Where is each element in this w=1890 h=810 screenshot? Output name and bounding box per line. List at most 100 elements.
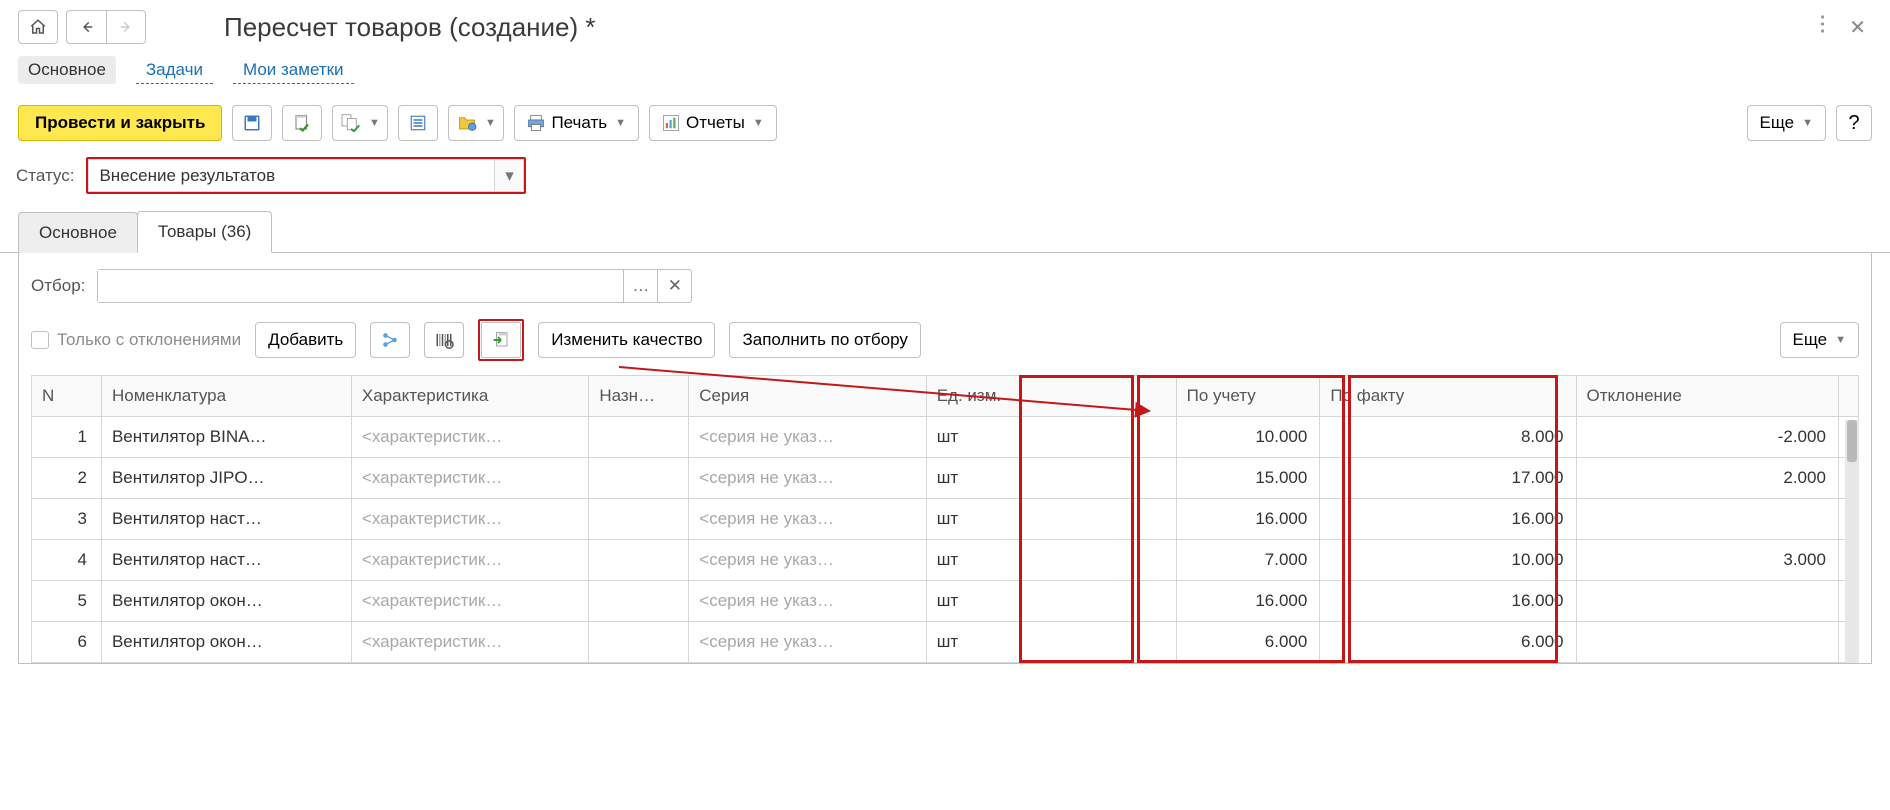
- barcode-icon: [434, 331, 454, 349]
- reports-icon: [662, 114, 680, 132]
- caret-down-icon: ▼: [1835, 334, 1846, 346]
- vertical-scrollbar[interactable]: [1845, 420, 1859, 663]
- forward-button[interactable]: [106, 10, 146, 44]
- cell-unit: шт: [926, 581, 1176, 622]
- barcode-button[interactable]: [424, 322, 464, 358]
- cell-n: 5: [32, 581, 102, 622]
- cell-dev: 3.000: [1576, 540, 1838, 581]
- caret-down-icon: ▼: [615, 117, 626, 129]
- cell-n: 4: [32, 540, 102, 581]
- list-icon: [409, 114, 427, 132]
- cell-char: <характеристик…: [351, 499, 588, 540]
- cell-name: Вентилятор BINA…: [101, 417, 351, 458]
- table-row[interactable]: 4Вентилятор наст…<характеристик…<серия н…: [32, 540, 1859, 581]
- link-main[interactable]: Основное: [18, 56, 116, 84]
- cell-char: <характеристик…: [351, 622, 588, 663]
- cell-nazn: [589, 417, 689, 458]
- cell-name: Вентилятор окон…: [101, 581, 351, 622]
- cell-char: <характеристик…: [351, 540, 588, 581]
- col-unit[interactable]: Ед. изм.: [926, 376, 1176, 417]
- section-links: Основное Задачи Мои заметки: [0, 48, 1890, 99]
- print-button[interactable]: Печать ▼: [514, 105, 639, 141]
- filter-clear-button[interactable]: ✕: [657, 270, 691, 302]
- col-account[interactable]: По учету: [1176, 376, 1320, 417]
- table-row[interactable]: 5Вентилятор окон…<характеристик…<серия н…: [32, 581, 1859, 622]
- home-button[interactable]: [18, 10, 58, 44]
- filter-browse-button[interactable]: …: [623, 270, 657, 302]
- only-deviations-checkbox[interactable]: Только с отклонениями: [31, 330, 241, 350]
- arrow-left-icon: [78, 20, 96, 34]
- split-button[interactable]: [370, 322, 410, 358]
- caret-down-icon: ▼: [1802, 117, 1813, 129]
- import-icon: [491, 331, 511, 349]
- col-scroll: [1838, 376, 1858, 417]
- cell-account: 16.000: [1176, 581, 1320, 622]
- link-tasks[interactable]: Задачи: [136, 56, 213, 84]
- status-select[interactable]: Внесение результатов ▾: [86, 157, 526, 194]
- col-deviation[interactable]: Отклонение: [1576, 376, 1838, 417]
- help-button[interactable]: ?: [1836, 105, 1872, 141]
- table-row[interactable]: 1Вентилятор BINA…<характеристик…<серия н…: [32, 417, 1859, 458]
- cell-unit: шт: [926, 499, 1176, 540]
- add-button[interactable]: Добавить: [255, 322, 356, 358]
- arrow-right-icon: [117, 20, 135, 34]
- cell-name: Вентилятор наст…: [101, 499, 351, 540]
- filter-input-group: … ✕: [97, 269, 692, 303]
- tab-main[interactable]: Основное: [18, 212, 138, 253]
- register-button[interactable]: [398, 105, 438, 141]
- cell-n: 6: [32, 622, 102, 663]
- save-icon: [243, 114, 261, 132]
- import-button[interactable]: [481, 322, 521, 358]
- cell-n: 2: [32, 458, 102, 499]
- col-name[interactable]: Номенклатура: [101, 376, 351, 417]
- filter-input[interactable]: [98, 270, 623, 302]
- page-title: Пересчет товаров (создание) *: [224, 12, 596, 43]
- cell-fact: 17.000: [1320, 458, 1576, 499]
- cell-nazn: [589, 622, 689, 663]
- col-fact[interactable]: По факту: [1320, 376, 1576, 417]
- home-icon: [29, 18, 47, 36]
- reports-button[interactable]: Отчеты ▼: [649, 105, 777, 141]
- link-notes[interactable]: Мои заметки: [233, 56, 354, 84]
- more-button[interactable]: Еще ▼: [1747, 105, 1826, 141]
- table-row[interactable]: 6Вентилятор окон…<характеристик…<серия н…: [32, 622, 1859, 663]
- col-series[interactable]: Серия: [689, 376, 926, 417]
- checkbox-icon: [31, 331, 49, 349]
- post-and-close-button[interactable]: Провести и закрыть: [18, 105, 222, 141]
- cell-name: Вентилятор JIPO…: [101, 458, 351, 499]
- caret-down-icon: ▼: [753, 117, 764, 129]
- status-value: Внесение результатов: [88, 159, 494, 192]
- import-highlighted-button: [478, 319, 524, 361]
- col-char[interactable]: Характеристика: [351, 376, 588, 417]
- split-icon: [381, 331, 399, 349]
- save-button[interactable]: [232, 105, 272, 141]
- subtoolbar-more-button[interactable]: Еще ▼: [1780, 322, 1859, 358]
- cell-dev: [1576, 499, 1838, 540]
- based-on-button[interactable]: ▼: [332, 105, 388, 141]
- col-n[interactable]: N: [32, 376, 102, 417]
- attachments-button[interactable]: ▼: [448, 105, 504, 141]
- table-row[interactable]: 2Вентилятор JIPO…<характеристик…<серия н…: [32, 458, 1859, 499]
- cell-account: 6.000: [1176, 622, 1320, 663]
- kebab-icon[interactable]: [1820, 15, 1825, 40]
- back-button[interactable]: [66, 10, 106, 44]
- change-quality-button[interactable]: Изменить качество: [538, 322, 715, 358]
- cell-char: <характеристик…: [351, 417, 588, 458]
- fill-by-filter-button[interactable]: Заполнить по отбору: [729, 322, 920, 358]
- col-nazn[interactable]: Назн…: [589, 376, 689, 417]
- table-row[interactable]: 3Вентилятор наст…<характеристик…<серия н…: [32, 499, 1859, 540]
- post-button[interactable]: [282, 105, 322, 141]
- cell-series: <серия не указ…: [689, 499, 926, 540]
- caret-down-icon: ▼: [485, 117, 496, 129]
- cell-nazn: [589, 458, 689, 499]
- filter-label: Отбор:: [31, 276, 85, 296]
- close-icon[interactable]: ✕: [1849, 15, 1866, 40]
- cell-nazn: [589, 540, 689, 581]
- tab-goods[interactable]: Товары (36): [137, 211, 272, 253]
- goods-pane: Отбор: … ✕ Только с отклонениями Добавит…: [18, 253, 1872, 664]
- cell-unit: шт: [926, 622, 1176, 663]
- cell-fact: 6.000: [1320, 622, 1576, 663]
- cell-fact: 16.000: [1320, 581, 1576, 622]
- cell-unit: шт: [926, 540, 1176, 581]
- cell-fact: 16.000: [1320, 499, 1576, 540]
